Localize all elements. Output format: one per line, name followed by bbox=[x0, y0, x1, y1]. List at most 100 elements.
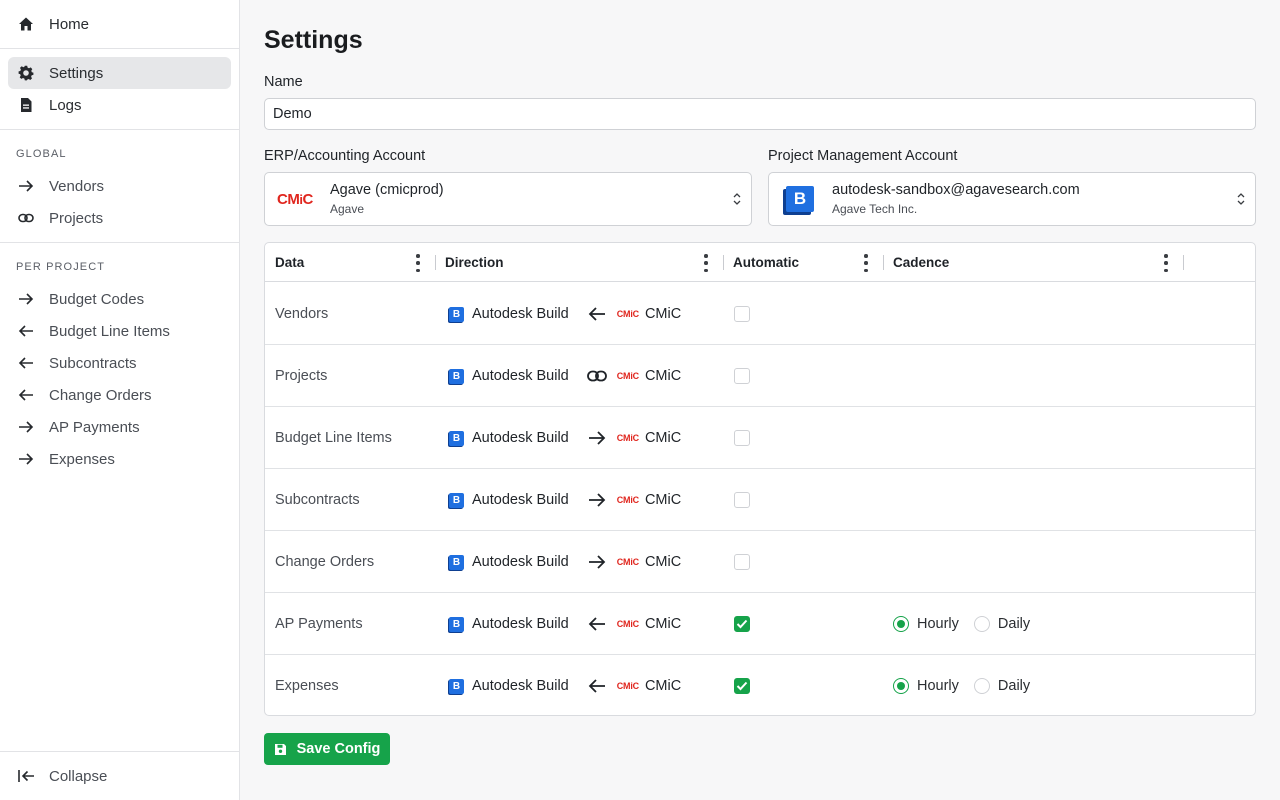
column-header-cadence[interactable]: Cadence bbox=[893, 243, 949, 282]
cmic-logo: CMiC bbox=[616, 371, 639, 381]
column-menu-icon[interactable] bbox=[704, 254, 708, 272]
automatic-checkbox[interactable] bbox=[734, 430, 750, 446]
sync-table: Data Direction Automatic Cadence Vendors… bbox=[264, 242, 1256, 716]
sidebar-item-label: AP Payments bbox=[49, 418, 140, 436]
sidebar-item-label: Logs bbox=[49, 96, 82, 114]
pm-account-label: Project Management Account bbox=[768, 148, 958, 164]
sidebar-item-vendors[interactable]: Vendors bbox=[8, 170, 231, 202]
direction-cell: B Autodesk Build CMiC CMiC bbox=[449, 531, 681, 593]
sidebar-item-change-orders[interactable]: Change Orders bbox=[8, 379, 231, 411]
arrow-left-icon bbox=[18, 387, 34, 403]
arrow-right-icon bbox=[18, 291, 34, 307]
cadence-option-label: Daily bbox=[997, 616, 1031, 632]
cadence-option-label: Hourly bbox=[917, 616, 959, 632]
sidebar-item-home[interactable]: Home bbox=[8, 8, 231, 40]
link-icon bbox=[586, 366, 607, 386]
sidebar-item-label: Projects bbox=[49, 209, 104, 227]
home-icon bbox=[18, 16, 34, 32]
name-label: Name bbox=[264, 74, 303, 90]
save-config-button[interactable]: Save Config bbox=[264, 733, 390, 765]
automatic-checkbox[interactable] bbox=[734, 306, 750, 322]
arrow-right-icon bbox=[587, 552, 607, 572]
automatic-checkbox[interactable] bbox=[734, 616, 750, 632]
collapse-button[interactable]: Collapse bbox=[8, 760, 231, 792]
arrow-left-icon bbox=[587, 614, 607, 634]
autodesk-build-logo: B bbox=[449, 368, 464, 384]
section-label-global: GLOBAL bbox=[16, 148, 67, 160]
target-label: Autodesk Build bbox=[472, 554, 569, 570]
column-header-automatic[interactable]: Automatic bbox=[733, 243, 799, 282]
sidebar-item-settings[interactable]: Settings bbox=[8, 57, 231, 89]
automatic-checkbox[interactable] bbox=[734, 492, 750, 508]
column-menu-icon[interactable] bbox=[864, 254, 868, 272]
arrow-left-icon bbox=[587, 304, 607, 324]
cmic-logo: CMiC bbox=[616, 557, 639, 567]
save-icon bbox=[274, 743, 287, 756]
row-data-name: Change Orders bbox=[275, 554, 375, 570]
cadence-radio-group: Hourly Daily bbox=[893, 593, 1030, 655]
sidebar-item-subcontracts[interactable]: Subcontracts bbox=[8, 347, 231, 379]
arrow-right-icon bbox=[18, 451, 34, 467]
autodesk-build-logo: B bbox=[449, 492, 464, 508]
column-separator[interactable] bbox=[883, 255, 884, 270]
divider bbox=[0, 129, 239, 130]
cmic-logo: CMiC bbox=[277, 191, 319, 208]
column-header-data[interactable]: Data bbox=[275, 243, 304, 282]
sidebar-item-budget-codes[interactable]: Budget Codes bbox=[8, 283, 231, 315]
source-label: CMiC bbox=[644, 678, 682, 694]
erp-account-select[interactable]: CMiC Agave (cmicprod) Agave bbox=[264, 172, 752, 226]
cadence-radio-hourly[interactable] bbox=[893, 616, 909, 632]
sidebar-item-label: Vendors bbox=[49, 177, 105, 195]
cadence-option-label: Daily bbox=[997, 678, 1031, 694]
direction-cell: B Autodesk Build CMiC CMiC bbox=[449, 655, 682, 715]
source-label: CMiC bbox=[644, 368, 682, 384]
automatic-checkbox[interactable] bbox=[734, 678, 750, 694]
arrow-left-icon bbox=[587, 676, 607, 696]
name-input[interactable] bbox=[264, 98, 1256, 130]
check-icon bbox=[736, 619, 748, 629]
cmic-logo: CMiC bbox=[616, 309, 639, 319]
collapse-icon bbox=[18, 768, 34, 784]
sidebar-item-ap-payments[interactable]: AP Payments bbox=[8, 411, 231, 443]
arrow-left-icon bbox=[18, 323, 34, 339]
cadence-radio-daily[interactable] bbox=[973, 678, 990, 694]
automatic-checkbox[interactable] bbox=[734, 554, 750, 570]
target-label: Autodesk Build bbox=[472, 368, 569, 384]
sidebar-item-projects[interactable]: Projects bbox=[8, 202, 231, 234]
cadence-option-label: Hourly bbox=[917, 678, 959, 694]
cadence-radio-hourly[interactable] bbox=[893, 678, 909, 694]
table-row: Budget Line Items B Autodesk Build CMiC CMiC bbox=[265, 407, 1255, 469]
column-menu-icon[interactable] bbox=[416, 254, 420, 272]
autodesk-build-logo: B bbox=[449, 678, 464, 694]
automatic-checkbox[interactable] bbox=[734, 368, 750, 384]
pm-account-select[interactable]: B autodesk-sandbox@agavesearch.com Agave… bbox=[768, 172, 1256, 226]
table-row: Subcontracts B Autodesk Build CMiC CMiC bbox=[265, 469, 1255, 531]
divider bbox=[0, 48, 239, 49]
column-separator[interactable] bbox=[723, 255, 724, 270]
column-menu-icon[interactable] bbox=[1164, 254, 1168, 272]
direction-cell: B Autodesk Build CMiC CMiC bbox=[449, 469, 681, 531]
direction-cell: B Autodesk Build CMiC CMiC bbox=[449, 407, 681, 469]
sidebar-item-expenses[interactable]: Expenses bbox=[8, 443, 231, 475]
table-row: Expenses B Autodesk Build CMiC CMiC Hourly Dai… bbox=[265, 655, 1255, 715]
source-label: CMiC bbox=[644, 492, 682, 508]
sidebar-item-budget-line-items[interactable]: Budget Line Items bbox=[8, 315, 231, 347]
row-data-name: Projects bbox=[275, 368, 328, 384]
row-data-name: Subcontracts bbox=[275, 492, 360, 508]
row-data-name: Budget Line Items bbox=[275, 430, 392, 446]
arrow-right-icon bbox=[18, 419, 34, 435]
table-row: Change Orders B Autodesk Build CMiC CMiC bbox=[265, 531, 1255, 593]
pm-account-title: autodesk-sandbox@agavesearch.com bbox=[832, 182, 1080, 198]
divider bbox=[0, 242, 239, 243]
sidebar-item-label: Subcontracts bbox=[49, 354, 137, 372]
column-separator[interactable] bbox=[435, 255, 436, 270]
column-header-direction[interactable]: Direction bbox=[445, 243, 504, 282]
table-row: Vendors B Autodesk Build CMiC CMiC bbox=[265, 283, 1255, 345]
target-label: Autodesk Build bbox=[472, 306, 569, 322]
divider bbox=[0, 751, 239, 752]
sidebar-item-logs[interactable]: Logs bbox=[8, 89, 231, 121]
column-separator[interactable] bbox=[1183, 255, 1184, 270]
sidebar: Home Settings Logs GLOBAL Vendors Projec… bbox=[0, 0, 240, 800]
erp-account-subtitle: Agave bbox=[330, 202, 365, 216]
cadence-radio-daily[interactable] bbox=[973, 616, 990, 632]
